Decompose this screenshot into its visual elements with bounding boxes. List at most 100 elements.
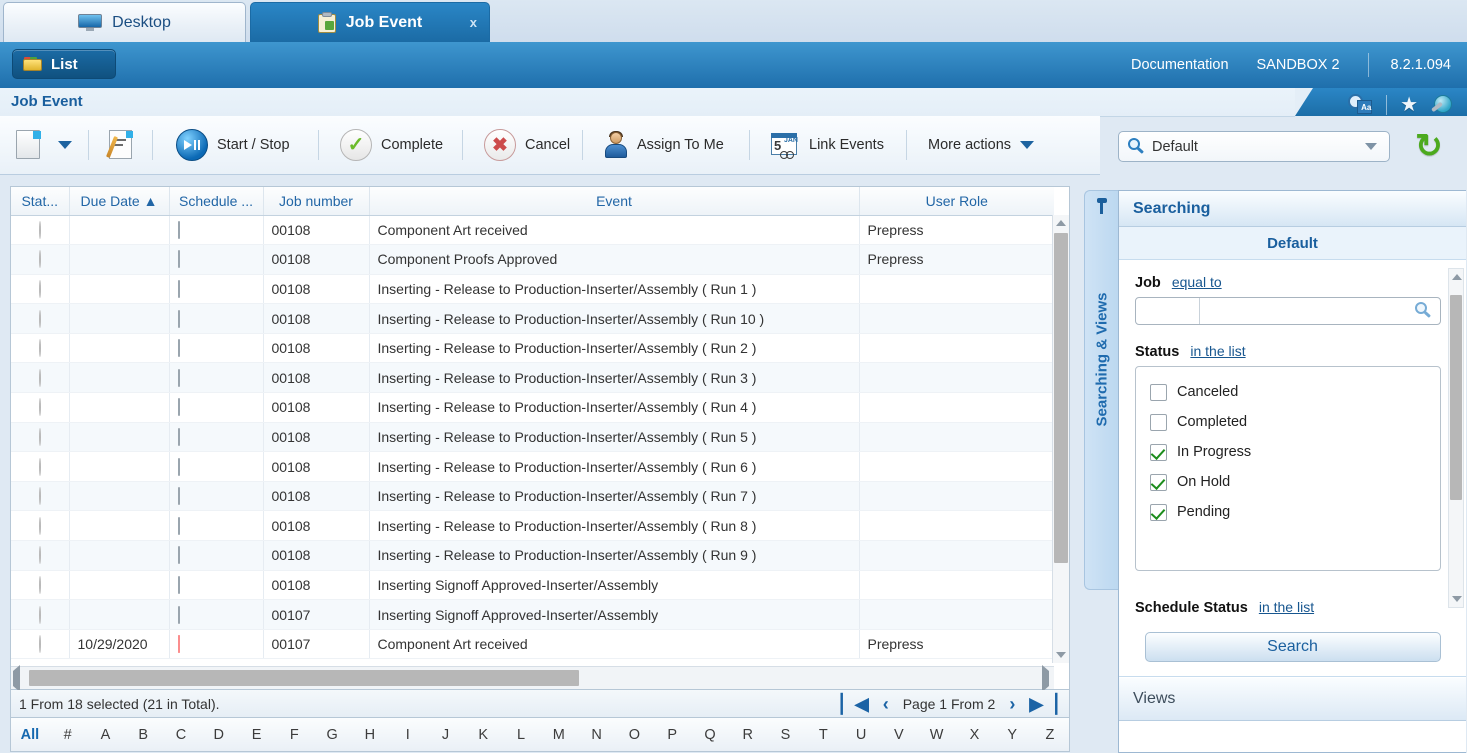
schedule-status-box[interactable] (177, 575, 180, 594)
table-row[interactable]: 00108 Inserting - Release to Production-I… (11, 510, 1054, 542)
cell-schedule-status[interactable] (169, 540, 264, 571)
alpha-filter-all[interactable]: All (11, 727, 49, 743)
status-indicator[interactable] (38, 546, 41, 565)
next-page-button[interactable]: › (1009, 695, 1015, 713)
alpha-filter-e[interactable]: E (238, 727, 276, 743)
scroll-right-button[interactable] (1042, 665, 1049, 692)
schedule-status-box[interactable] (177, 368, 180, 387)
scroll-up-button[interactable] (1053, 215, 1069, 231)
alpha-filter-d[interactable]: D (200, 727, 238, 743)
views-section-header[interactable]: Views (1119, 677, 1466, 721)
cell-schedule-status[interactable] (169, 599, 264, 630)
list-button[interactable]: List (12, 49, 116, 79)
last-page-button[interactable]: ▶▕ (1029, 695, 1057, 713)
cell-status[interactable] (11, 244, 70, 275)
column-header-status[interactable]: Stat... (11, 187, 70, 216)
status-indicator[interactable] (38, 309, 41, 328)
start-stop-button[interactable]: Start / Stop (166, 116, 300, 174)
alpha-filter-z[interactable]: Z (1031, 727, 1069, 743)
more-actions-button[interactable]: More actions (918, 116, 1044, 174)
status-indicator[interactable] (38, 457, 41, 476)
complete-button[interactable]: ✓ Complete (330, 116, 453, 174)
tab-job-event[interactable]: Job Event x (250, 2, 490, 42)
searching-section-header[interactable]: Searching (1119, 191, 1466, 227)
table-row[interactable]: 00108 Component Proofs Approved Prepress (11, 244, 1054, 275)
status-indicator[interactable] (38, 605, 41, 624)
status-option-canceled[interactable]: Canceled (1150, 377, 1440, 407)
criteria-scroll-thumb[interactable] (1450, 295, 1462, 500)
tab-desktop[interactable]: Desktop (3, 2, 246, 42)
cell-status[interactable] (11, 451, 70, 482)
alpha-filter-y[interactable]: Y (993, 727, 1031, 743)
job-prefix-input[interactable] (1136, 298, 1200, 324)
table-row[interactable]: 00108 Inserting - Release to Production-I… (11, 274, 1054, 305)
checkbox[interactable] (1150, 443, 1167, 461)
status-indicator[interactable] (38, 487, 41, 506)
table-row[interactable]: 00108 Inserting - Release to Production-I… (11, 481, 1054, 512)
cell-status[interactable] (11, 392, 70, 423)
table-row[interactable]: 00107 Inserting Signoff Approved-Inserter… (11, 599, 1054, 630)
new-record-button[interactable] (6, 116, 52, 174)
status-indicator[interactable] (38, 635, 41, 654)
alpha-filter-q[interactable]: Q (691, 727, 729, 743)
cell-schedule-status[interactable] (169, 244, 264, 275)
pin-icon[interactable] (1096, 198, 1108, 214)
new-record-dropdown[interactable] (48, 116, 82, 174)
alpha-filter-r[interactable]: R (729, 727, 767, 743)
alpha-filter-h[interactable]: H (351, 727, 389, 743)
alpha-filter-s[interactable]: S (767, 727, 805, 743)
cell-status[interactable] (11, 510, 70, 542)
status-indicator[interactable] (38, 575, 41, 594)
first-page-button[interactable]: ▏◀ (841, 695, 869, 713)
column-header-event[interactable]: Event (369, 187, 860, 216)
cell-status[interactable] (11, 540, 70, 571)
alpha-filter-b[interactable]: B (124, 727, 162, 743)
alpha-filter-o[interactable]: O (616, 727, 654, 743)
schedule-status-box[interactable] (177, 279, 180, 298)
table-row[interactable]: 00108 Inserting - Release to Production-I… (11, 392, 1054, 423)
cell-status[interactable] (11, 481, 70, 512)
alpha-filter-u[interactable]: U (842, 727, 880, 743)
alpha-filter-f[interactable]: F (275, 727, 313, 743)
schedule-status-box[interactable] (177, 546, 180, 565)
alpha-filter-t[interactable]: T (804, 727, 842, 743)
status-indicator[interactable] (38, 398, 41, 417)
status-option-completed[interactable]: Completed (1150, 407, 1440, 437)
cell-schedule-status[interactable] (169, 510, 264, 542)
schedule-status-box[interactable] (177, 250, 180, 269)
alpha-filter-v[interactable]: V (880, 727, 918, 743)
cell-schedule-status[interactable] (169, 451, 264, 482)
alpha-filter-p[interactable]: P (653, 727, 691, 743)
table-row[interactable]: 10/29/2020 00107 Component Art received Pre… (11, 629, 1054, 660)
cancel-button[interactable]: ✖ Cancel (474, 116, 580, 174)
search-button[interactable]: Search (1144, 632, 1441, 662)
cell-schedule-status[interactable] (169, 422, 264, 453)
cell-status[interactable] (11, 362, 70, 394)
status-indicator[interactable] (38, 220, 41, 239)
alpha-filter-w[interactable]: W (918, 727, 956, 743)
criterion-schedule-status-operator[interactable]: in the list (1259, 599, 1314, 615)
status-option-pending[interactable]: Pending (1150, 497, 1440, 527)
alpha-filter-l[interactable]: L (502, 727, 540, 743)
alpha-filter-j[interactable]: J (427, 727, 465, 743)
status-option-on-hold[interactable]: On Hold (1150, 467, 1440, 497)
table-row[interactable]: 00108 Inserting - Release to Production-I… (11, 333, 1054, 364)
checkbox[interactable] (1150, 383, 1167, 401)
cell-schedule-status[interactable] (169, 333, 264, 364)
table-row[interactable]: 00108 Component Art received Prepress (11, 215, 1054, 246)
cell-status[interactable] (11, 599, 70, 630)
view-selector-dropdown[interactable]: Default (1118, 131, 1390, 162)
cell-status[interactable] (11, 629, 70, 660)
cell-schedule-status[interactable] (169, 570, 264, 601)
checkbox[interactable] (1150, 413, 1167, 431)
tab-close-icon[interactable]: x (470, 15, 477, 30)
alpha-filter-#[interactable]: # (49, 727, 87, 743)
column-header-schedule[interactable]: Schedule ... (169, 187, 264, 216)
table-row[interactable]: 00108 Inserting Signoff Approved-Inserter… (11, 570, 1054, 601)
alpha-filter-g[interactable]: G (313, 727, 351, 743)
table-row[interactable]: 00108 Inserting - Release to Production-I… (11, 451, 1054, 482)
status-indicator[interactable] (38, 339, 41, 358)
cell-schedule-status[interactable] (169, 481, 264, 512)
link-events-button[interactable]: 5 JAN Link Events (760, 116, 894, 174)
table-row[interactable]: 00108 Inserting - Release to Production-I… (11, 540, 1054, 571)
